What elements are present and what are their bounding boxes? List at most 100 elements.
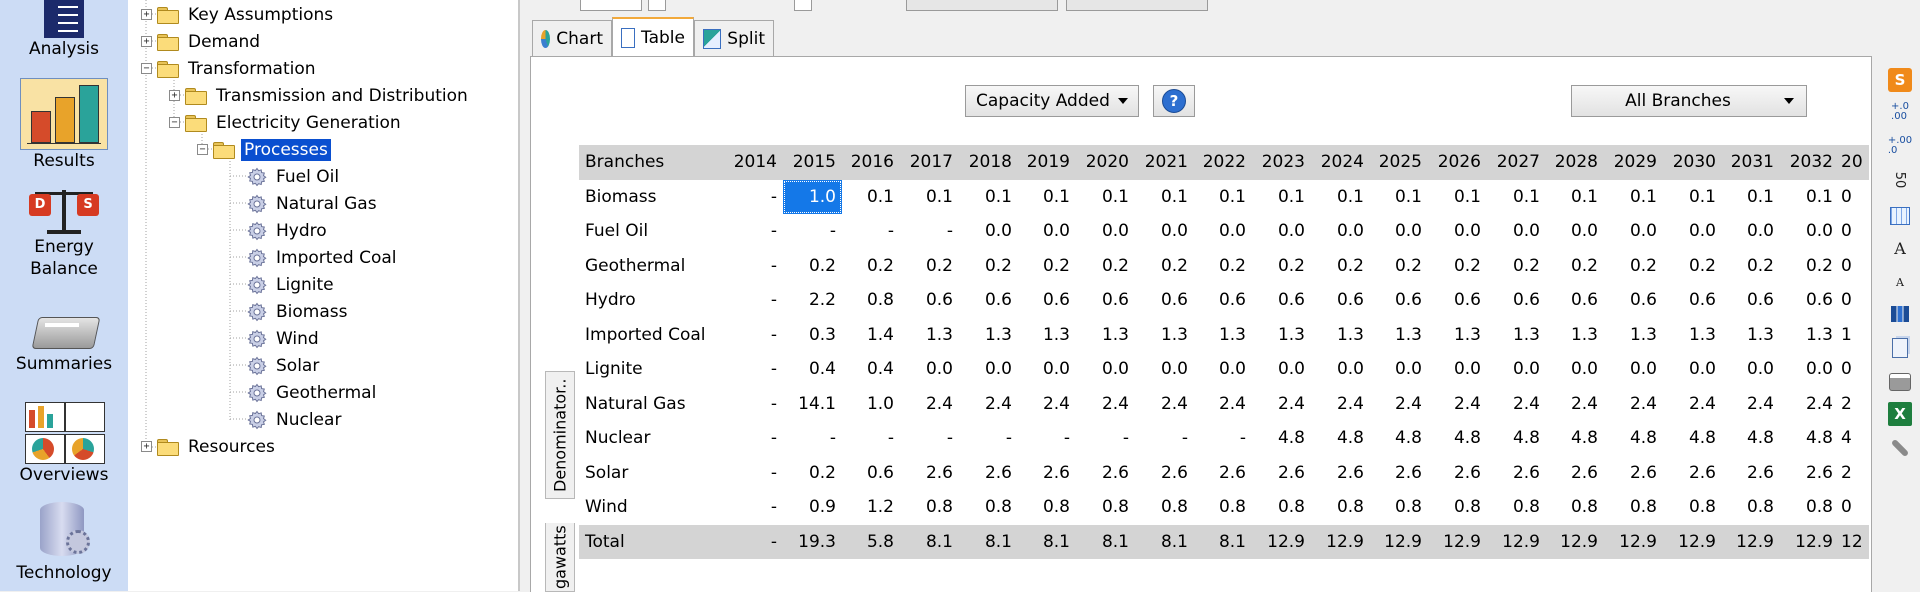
table-cell[interactable]: 2.6	[1370, 456, 1428, 491]
table-cell[interactable]: 2	[1839, 387, 1869, 422]
table-cell[interactable]: 0.1	[1076, 180, 1135, 215]
table-cell[interactable]: 2.6	[1604, 456, 1663, 491]
tree-node-electricity-generation[interactable]: − Electricity Generation	[169, 109, 404, 136]
table-cell[interactable]: 4.8	[1428, 421, 1487, 456]
expand-toggle[interactable]: +	[141, 9, 152, 20]
table-cell[interactable]: 2.6	[1135, 456, 1194, 491]
table-cell[interactable]: 12.9	[1428, 524, 1487, 559]
table-cell[interactable]: 0.0	[959, 352, 1018, 387]
table-cell[interactable]: 4.8	[1546, 421, 1604, 456]
table-cell[interactable]: 12.9	[1663, 524, 1722, 559]
table-cell[interactable]: 1.3	[1252, 318, 1311, 353]
table-cell[interactable]: 2.4	[900, 387, 959, 422]
column-header-year[interactable]: 2019	[1018, 145, 1076, 180]
table-cell[interactable]: 0	[1839, 214, 1869, 249]
table-cell[interactable]: 0.2	[783, 456, 842, 491]
tree-node-processes[interactable]: − Processes	[197, 136, 332, 163]
table-cell[interactable]: 0.1	[1546, 180, 1604, 215]
row-branch-name[interactable]: Imported Coal	[579, 318, 724, 353]
table-cell[interactable]: 0.0	[900, 352, 959, 387]
table-cell[interactable]: 0.0	[1663, 214, 1722, 249]
table-cell[interactable]: 0.8	[1722, 490, 1780, 525]
table-cell[interactable]: 0.6	[1428, 283, 1487, 318]
units-icon[interactable]: 50	[1888, 168, 1912, 192]
table-cell[interactable]: 0.2	[842, 249, 900, 284]
table-cell[interactable]: 2.6	[1546, 456, 1604, 491]
table-cell[interactable]: 0.0	[1311, 352, 1370, 387]
column-header-year[interactable]: 2021	[1135, 145, 1194, 180]
table-cell[interactable]: 0.6	[1135, 283, 1194, 318]
column-header-year[interactable]: 2027	[1487, 145, 1546, 180]
table-cell[interactable]: 0.8	[1194, 490, 1252, 525]
table-cell[interactable]: 0.0	[1311, 214, 1370, 249]
column-header-year[interactable]: 2022	[1194, 145, 1252, 180]
table-cell[interactable]: 1.3	[959, 318, 1018, 353]
column-header-year[interactable]: 2014	[724, 145, 783, 180]
table-cell[interactable]: 0.0	[1722, 214, 1780, 249]
table-cell[interactable]: 2.6	[900, 456, 959, 491]
table-cell[interactable]: 0.6	[1487, 283, 1546, 318]
table-cell[interactable]: 0.2	[1604, 249, 1663, 284]
table-cell[interactable]: 0.1	[1252, 180, 1311, 215]
table-cell[interactable]: 12.9	[1722, 524, 1780, 559]
table-cell[interactable]: 0.6	[1780, 283, 1839, 318]
expand-toggle[interactable]: +	[141, 441, 152, 452]
tab-table[interactable]: Table	[612, 17, 694, 57]
tree-node-biomass[interactable]: Biomass	[247, 298, 350, 325]
row-branch-name[interactable]: Natural Gas	[579, 387, 724, 422]
table-cell[interactable]: 0.1	[1663, 180, 1722, 215]
collapse-toggle[interactable]: −	[169, 117, 180, 128]
table-cell[interactable]: 0.2	[1663, 249, 1722, 284]
table-cell[interactable]: 0.6	[959, 283, 1018, 318]
table-cell[interactable]: 0.2	[1370, 249, 1428, 284]
help-button[interactable]: ?	[1153, 85, 1195, 117]
denominator-side-tab[interactable]: Denominator..	[545, 371, 575, 499]
table-cell[interactable]: 12.9	[1780, 524, 1839, 559]
table-cell[interactable]: 1.0	[842, 387, 900, 422]
column-header-year[interactable]: 2023	[1252, 145, 1311, 180]
table-cell[interactable]: 0.1	[1194, 180, 1252, 215]
column-header-year[interactable]: 2024	[1311, 145, 1370, 180]
column-header-year[interactable]: 2018	[959, 145, 1018, 180]
column-header-year[interactable]: 2030	[1663, 145, 1722, 180]
table-cell[interactable]: 0.6	[1604, 283, 1663, 318]
collapse-toggle[interactable]: −	[141, 63, 152, 74]
s-badge-icon[interactable]: S	[1888, 68, 1912, 92]
table-cell[interactable]: 1.3	[1780, 318, 1839, 353]
table-cell[interactable]: 12.9	[1311, 524, 1370, 559]
table-cell[interactable]: 4.8	[1370, 421, 1428, 456]
table-cell[interactable]: 0.4	[842, 352, 900, 387]
table-cell[interactable]: -	[959, 421, 1018, 456]
table-cell[interactable]: 2.4	[1370, 387, 1428, 422]
column-header-year[interactable]: 2015	[783, 145, 842, 180]
table-cell[interactable]: 2.4	[1135, 387, 1194, 422]
table-cell[interactable]: 4.8	[1604, 421, 1663, 456]
nav-results[interactable]: Results	[0, 78, 128, 172]
units-side-tab[interactable]: gawatts	[545, 523, 575, 592]
table-cell[interactable]: 0.6	[1018, 283, 1076, 318]
table-cell[interactable]: 0.1	[1135, 180, 1194, 215]
column-header-year[interactable]: 2016	[842, 145, 900, 180]
table-cell[interactable]: 8.1	[1018, 524, 1076, 559]
tree-node-lignite[interactable]: Lignite	[247, 271, 337, 298]
table-cell[interactable]: 0.1	[959, 180, 1018, 215]
table-cell[interactable]: 0.0	[1076, 352, 1135, 387]
tree-node-geothermal[interactable]: Geothermal	[247, 379, 379, 406]
table-cell[interactable]: 2.4	[1487, 387, 1546, 422]
table-cell[interactable]: 2.6	[1428, 456, 1487, 491]
table-cell[interactable]: 2.4	[1546, 387, 1604, 422]
table-cell[interactable]: 4.8	[1722, 421, 1780, 456]
tree-node-key-assumptions[interactable]: + Key Assumptions	[141, 1, 336, 28]
table-cell[interactable]: 0.0	[1428, 214, 1487, 249]
tree-node-solar[interactable]: Solar	[247, 352, 322, 379]
table-cell[interactable]: 0.0	[1780, 214, 1839, 249]
tree-node-hydro[interactable]: Hydro	[247, 217, 330, 244]
row-branch-name[interactable]: Lignite	[579, 352, 724, 387]
table-cell[interactable]: 0.0	[1018, 352, 1076, 387]
table-cell[interactable]: 0.1	[1487, 180, 1546, 215]
match-names-checkbox[interactable]	[648, 0, 666, 11]
tree-node-transmission-distribution[interactable]: + Transmission and Distribution	[169, 82, 471, 109]
table-cell[interactable]: 1.3	[1546, 318, 1604, 353]
table-cell[interactable]: -	[724, 214, 783, 249]
column-header-year[interactable]: 2026	[1428, 145, 1487, 180]
